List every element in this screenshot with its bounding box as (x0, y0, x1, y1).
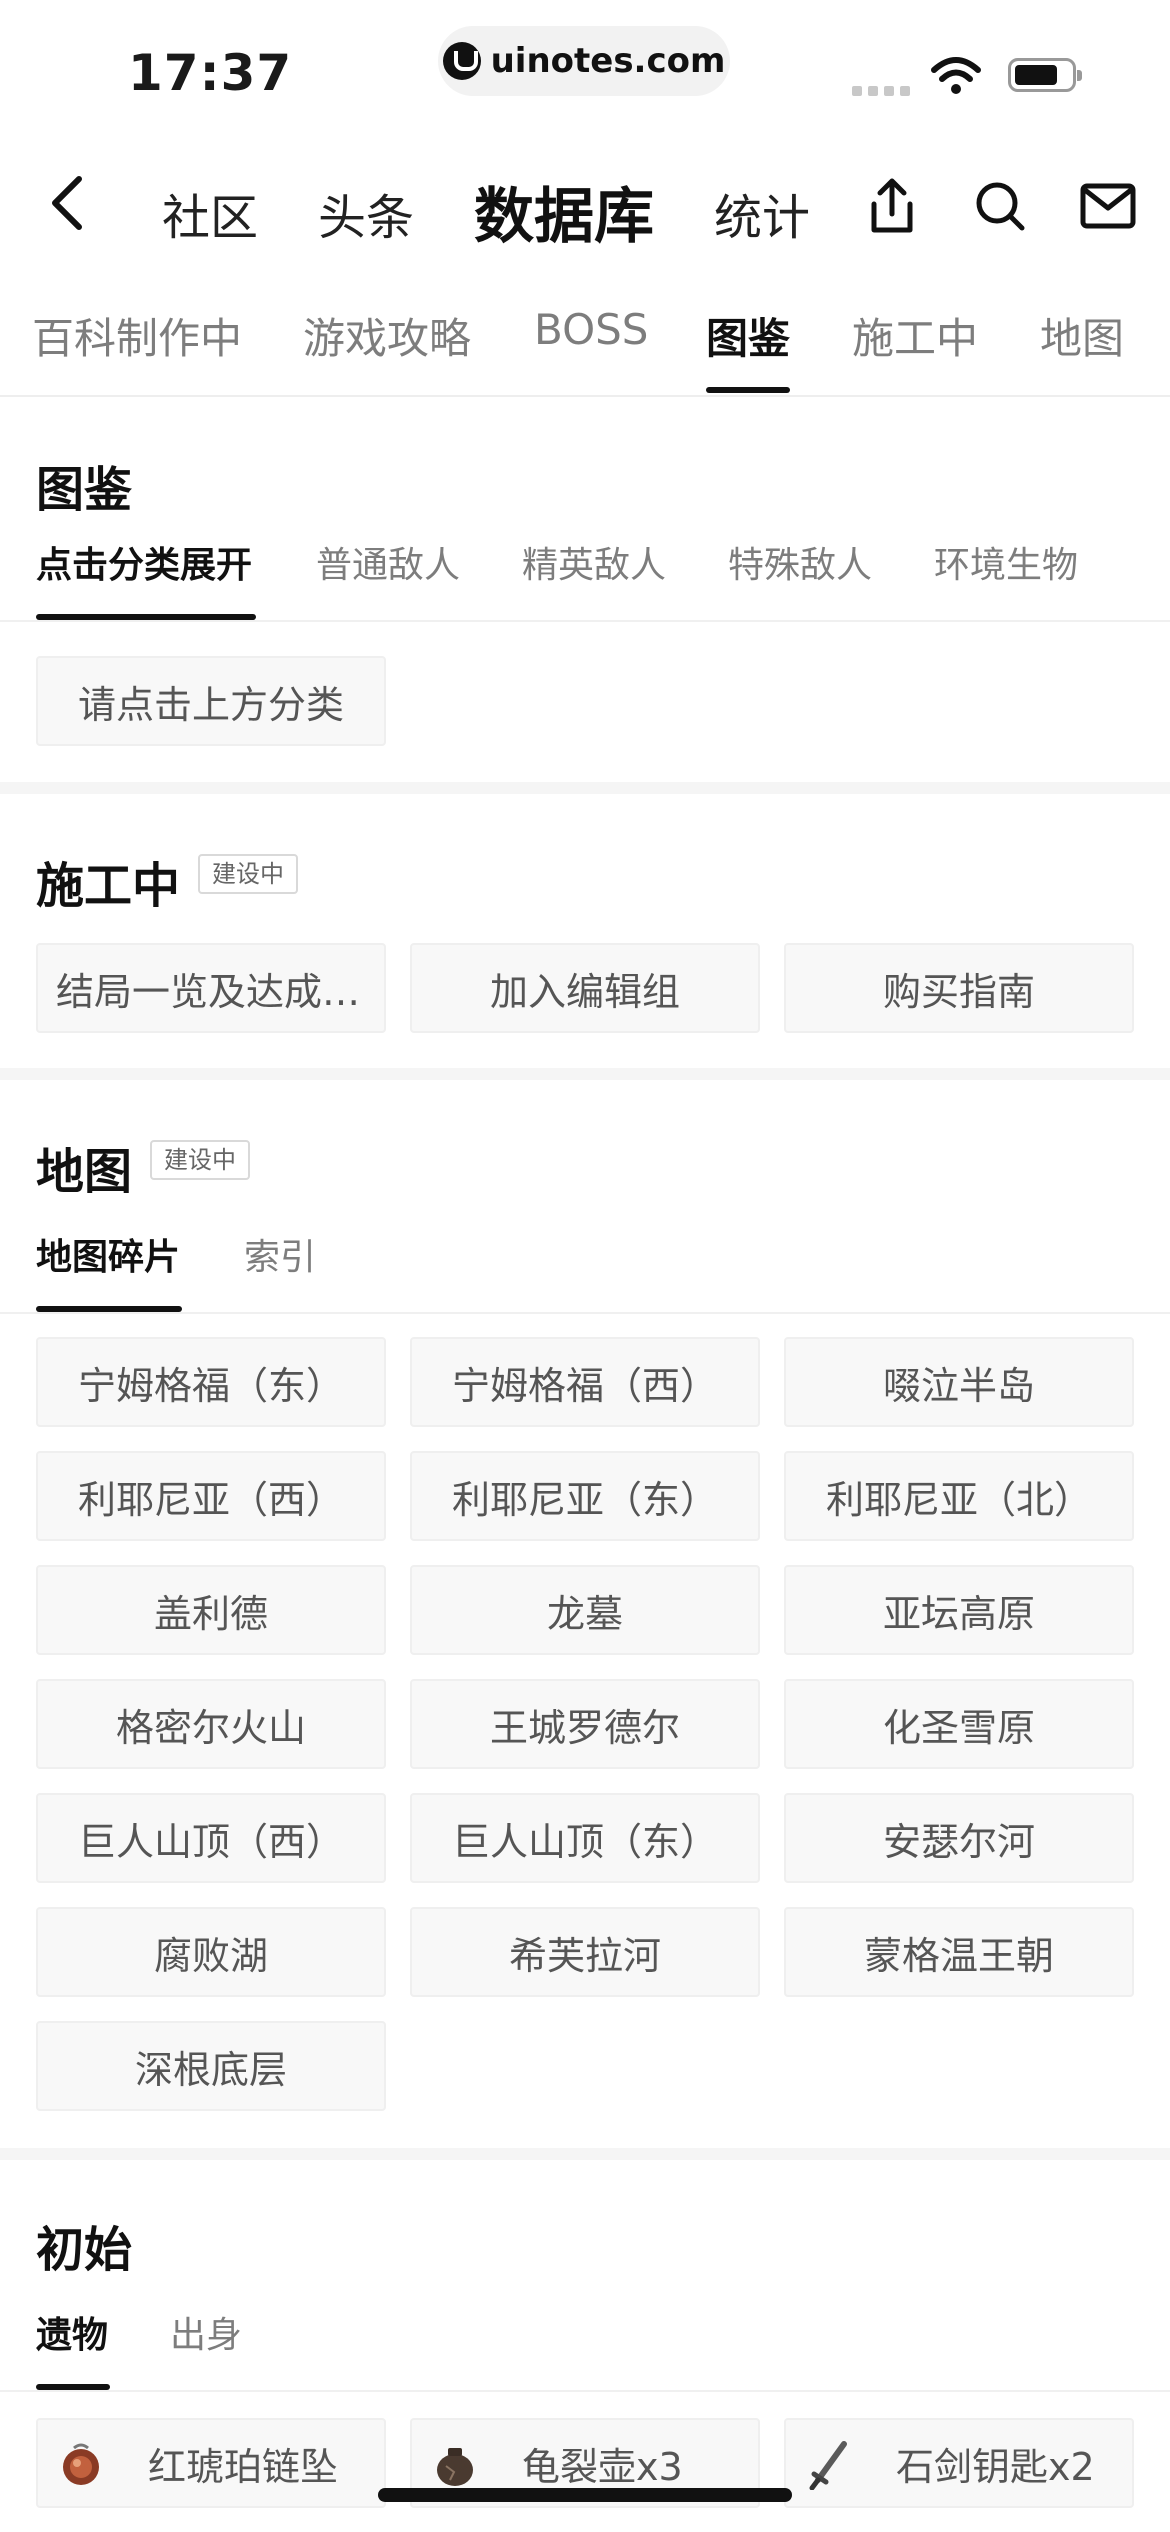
subtab-expand-categories[interactable]: 点击分类展开 (36, 536, 252, 588)
home-indicator[interactable] (378, 2488, 792, 2502)
site-logo-icon (442, 42, 481, 80)
tab-compendium[interactable]: 图鉴 (706, 305, 790, 366)
construction-grid: 结局一览及达成条件 加入编辑组 购买指南 (36, 943, 1134, 1033)
messages-button[interactable] (1078, 176, 1138, 236)
nav-community[interactable]: 社区 (162, 178, 258, 248)
map-item[interactable]: 宁姆格福（西） (410, 1337, 760, 1427)
active-subtab-indicator (36, 1306, 182, 1312)
subtab-index[interactable]: 索引 (244, 1228, 316, 1280)
subtab-normal-enemies[interactable]: 普通敌人 (316, 536, 460, 588)
url-text: uinotes.com (490, 41, 726, 81)
section-title-construction: 施工中 (36, 858, 181, 914)
map-item[interactable]: 深根底层 (36, 2021, 386, 2111)
map-item[interactable]: 盖利德 (36, 1565, 386, 1655)
section-title-compendium: 图鉴 (36, 462, 133, 518)
map-grid: 宁姆格福（东） 宁姆格福（西） 啜泣半岛 利耶尼亚（西） 利耶尼亚（东） 利耶尼… (36, 1337, 1134, 2111)
map-item[interactable]: 巨人山顶（东） (410, 1793, 760, 1883)
stonesword-key-icon (804, 2440, 854, 2491)
map-item[interactable]: 希芙拉河 (410, 1907, 760, 1997)
map-item[interactable]: 龙墓 (410, 1565, 760, 1655)
active-subtab-indicator (36, 2384, 110, 2390)
map-item[interactable]: 巨人山顶（西） (36, 1793, 386, 1883)
map-item[interactable]: 啜泣半岛 (784, 1337, 1134, 1427)
tab-boss[interactable]: BOSS (534, 305, 648, 354)
cracked-pot-icon (430, 2440, 480, 2490)
subtab-map-fragments[interactable]: 地图碎片 (36, 1228, 180, 1280)
category-hint-button[interactable]: 请点击上方分类 (36, 656, 386, 746)
search-button[interactable] (970, 176, 1030, 236)
map-badge: 建设中 (150, 1140, 250, 1180)
section-divider (0, 1068, 1170, 1080)
url-pill[interactable]: uinotes.com (438, 26, 730, 96)
section-title-starting: 初始 (36, 2222, 133, 2278)
active-tab-indicator (706, 387, 790, 393)
amber-pendant-icon (56, 2440, 106, 2490)
active-subtab-indicator (36, 614, 256, 620)
map-item[interactable]: 王城罗德尔 (410, 1679, 760, 1769)
section-divider (0, 2148, 1170, 2160)
tab-game-guides[interactable]: 游戏攻略 (303, 305, 471, 366)
construction-badge: 建设中 (198, 854, 298, 894)
share-button[interactable] (862, 176, 922, 236)
map-item[interactable]: 安瑟尔河 (784, 1793, 1134, 1883)
status-bar: 17:37 uinotes.com (0, 0, 1170, 130)
map-item[interactable]: 蒙格温王朝 (784, 1907, 1134, 1997)
battery-icon (1008, 58, 1082, 92)
nav-database[interactable]: 数据库 (474, 168, 654, 255)
map-item[interactable]: 格密尔火山 (36, 1679, 386, 1769)
search-icon (976, 182, 1025, 231)
nav-headlines[interactable]: 头条 (318, 178, 414, 248)
map-item[interactable]: 亚坛高原 (784, 1565, 1134, 1655)
wifi-icon (931, 57, 981, 94)
keepsake-item[interactable]: 红琥珀链坠 (36, 2418, 386, 2508)
compendium-grid: 请点击上方分类 (36, 656, 1134, 746)
link-join-editors[interactable]: 加入编辑组 (410, 943, 760, 1033)
share-icon (871, 178, 913, 233)
map-subtabs: 地图碎片 索引 (0, 1222, 1170, 1314)
subtab-elite-enemies[interactable]: 精英敌人 (522, 536, 666, 588)
link-purchase-guide[interactable]: 购买指南 (784, 943, 1134, 1033)
map-item[interactable]: 利耶尼亚（东） (410, 1451, 760, 1541)
link-endings-guide[interactable]: 结局一览及达成条件 (36, 943, 386, 1033)
tab-map[interactable]: 地图 (1040, 305, 1124, 366)
starting-subtabs: 遗物 出身 (0, 2300, 1170, 2392)
map-item[interactable]: 利耶尼亚（西） (36, 1451, 386, 1541)
chevron-left-icon (52, 176, 82, 230)
subtab-special-enemies[interactable]: 特殊敌人 (728, 536, 872, 588)
map-item[interactable]: 化圣雪原 (784, 1679, 1134, 1769)
back-button[interactable] (34, 170, 100, 236)
subtab-origins[interactable]: 出身 (170, 2306, 242, 2358)
map-item[interactable]: 宁姆格福（东） (36, 1337, 386, 1427)
subtab-environment-creatures[interactable]: 环境生物 (934, 536, 1078, 588)
category-tabs: 百科制作中 游戏攻略 BOSS 图鉴 施工中 地图 (0, 295, 1170, 397)
nav-statistics[interactable]: 统计 (714, 178, 810, 248)
tab-wiki-in-progress[interactable]: 百科制作中 (32, 305, 242, 366)
top-navigation: 社区 头条 数据库 统计 (0, 150, 1170, 260)
subtab-keepsakes[interactable]: 遗物 (36, 2306, 108, 2358)
map-item[interactable]: 腐败湖 (36, 1907, 386, 1997)
cellular-signal-icon (852, 86, 910, 96)
section-title-map: 地图 (36, 1144, 133, 1200)
tab-under-construction[interactable]: 施工中 (852, 305, 978, 366)
status-time: 17:37 (128, 44, 293, 102)
map-item[interactable]: 利耶尼亚（北） (784, 1451, 1134, 1541)
section-divider (0, 782, 1170, 794)
mail-icon (1080, 183, 1136, 229)
compendium-subtabs: 点击分类展开 普通敌人 精英敌人 特殊敌人 环境生物 (0, 530, 1170, 622)
keepsake-item[interactable]: 石剑钥匙x2 (784, 2418, 1134, 2508)
